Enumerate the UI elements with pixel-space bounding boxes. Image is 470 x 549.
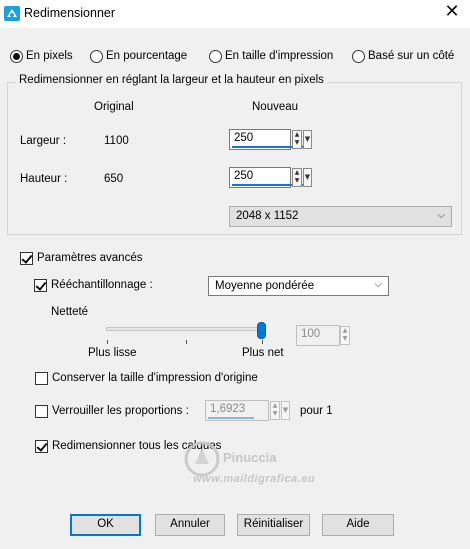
- window-title: Redimensionner: [24, 6, 116, 20]
- resample-method-value: Moyenne pondérée: [215, 280, 315, 292]
- radio-en-pourcentage[interactable]: [90, 50, 103, 63]
- app-icon: [4, 6, 20, 21]
- ratio-underline: [208, 417, 254, 419]
- sharpness-slider-track[interactable]: [106, 327, 264, 331]
- resample-label: Rééchantillonnage :: [51, 279, 153, 291]
- height-spinner[interactable]: 250 ▲ ▼ ▼: [229, 167, 315, 188]
- slider-max-label: Plus net: [242, 347, 284, 359]
- ratio-spinner[interactable]: 1,6923 ▲ ▼ ▼: [205, 400, 291, 421]
- height-label: Hauteur :: [20, 173, 68, 185]
- checkbox-resample[interactable]: [34, 279, 47, 292]
- checkbox-lock-ratio[interactable]: [35, 405, 48, 418]
- radio-en-pixels-label: En pixels: [26, 50, 73, 62]
- sharpness-spinner[interactable]: 100 ▲ ▼: [296, 325, 352, 346]
- slider-tick: [262, 340, 263, 344]
- reset-button[interactable]: Réinitialiser: [237, 514, 310, 536]
- help-button[interactable]: Aide: [322, 514, 394, 536]
- sharpness-input[interactable]: 100: [296, 325, 340, 346]
- slider-tick: [186, 340, 187, 344]
- checkbox-advanced[interactable]: [20, 252, 33, 265]
- radio-en-pixels[interactable]: [10, 50, 23, 63]
- radio-base-sur-un-cote-label: Basé sur un côté: [368, 50, 455, 62]
- sharpness-arrows-icon[interactable]: ▲ ▼: [340, 326, 350, 345]
- width-spinner[interactable]: 250 ▲ ▼ ▼: [229, 129, 315, 150]
- ok-button[interactable]: OK: [70, 514, 141, 536]
- width-arrows-icon[interactable]: ▲ ▼: [292, 130, 302, 149]
- height-original: 650: [104, 173, 124, 185]
- radio-base-sur-un-cote[interactable]: [352, 50, 365, 63]
- radio-taille-impression-label: En taille d'impression: [225, 50, 334, 62]
- group-title: Redimensionner en réglant la largeur et …: [16, 74, 327, 86]
- chevron-down-icon: ⌵: [437, 210, 445, 221]
- ratio-arrows-icon[interactable]: ▲ ▼: [270, 401, 280, 420]
- resample-method-combo[interactable]: Moyenne pondérée ⌵: [208, 276, 389, 296]
- title-bar: Redimensionner ✕: [0, 0, 470, 28]
- cancel-button[interactable]: Annuler: [155, 514, 225, 536]
- advanced-label: Paramètres avancés: [37, 252, 143, 264]
- chevron-down-icon: ⌵: [374, 279, 382, 290]
- checkbox-keep-print-size[interactable]: [35, 372, 48, 385]
- height-arrows-icon[interactable]: ▲ ▼: [292, 168, 302, 187]
- radio-taille-impression[interactable]: [209, 50, 222, 63]
- column-nouveau: Nouveau: [252, 101, 299, 113]
- keep-print-size-label: Conserver la taille d'impression d'origi…: [52, 372, 258, 384]
- slider-min-label: Plus lisse: [88, 347, 137, 359]
- preset-combo[interactable]: 2048 x 1152 ⌵: [229, 206, 452, 227]
- radio-en-pourcentage-label: En pourcentage: [106, 50, 188, 62]
- watermark-url: www.maildigrafica.eu: [193, 473, 316, 485]
- watermark: Pinuccia www.maildigrafica.eu: [183, 440, 413, 490]
- slider-tick: [107, 340, 108, 344]
- checkbox-resize-all-layers[interactable]: [35, 440, 48, 453]
- ratio-suffix: pour 1: [300, 405, 333, 417]
- ratio-dropdown-icon[interactable]: ▼: [281, 401, 290, 420]
- sharpness-slider-thumb[interactable]: [257, 322, 266, 339]
- lock-ratio-label: Verrouiller les proportions :: [52, 405, 189, 417]
- width-dropdown-icon[interactable]: ▼: [303, 130, 312, 149]
- width-original: 1100: [104, 135, 129, 147]
- width-label: Largeur :: [20, 135, 67, 147]
- column-original: Original: [94, 101, 134, 113]
- height-dropdown-icon[interactable]: ▼: [303, 168, 312, 187]
- close-icon[interactable]: ✕: [440, 2, 464, 24]
- watermark-name: Pinuccia: [223, 450, 277, 465]
- preset-value: 2048 x 1152: [236, 210, 299, 222]
- sharpness-label: Netteté: [51, 306, 89, 318]
